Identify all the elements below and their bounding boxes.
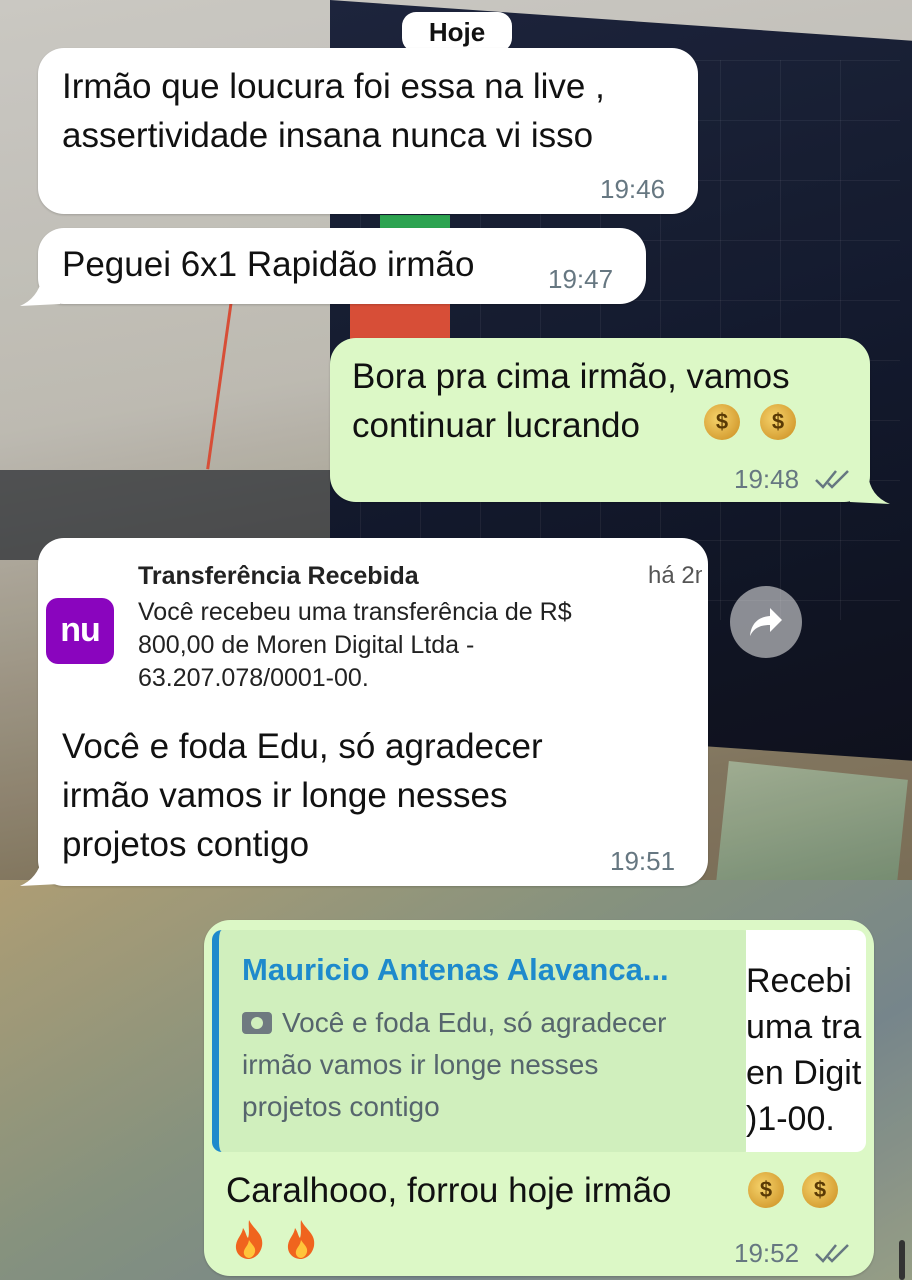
money-bag-emoji: $ $ — [698, 404, 796, 440]
forward-arrow-icon — [750, 608, 782, 636]
message-text: Você e foda Edu, só agradecer irmão vamo… — [62, 727, 543, 864]
quoted-author: Mauricio Antenas Alavanca... — [242, 952, 669, 987]
message-text: Irmão que loucura foi essa na live , ass… — [62, 67, 605, 155]
message-time: 19:51 — [610, 846, 676, 876]
fire-emoji — [232, 1218, 332, 1260]
double-check-icon — [815, 1244, 849, 1263]
scrollbar[interactable] — [899, 1240, 905, 1280]
bubble-tail — [20, 858, 60, 886]
double-check-icon — [815, 470, 849, 489]
notification-time: há 2m — [648, 562, 702, 589]
bubble-tail — [850, 474, 890, 504]
message-text: Caralhooo, forrou hoje irmão — [226, 1171, 672, 1210]
message-text: Peguei 6x1 Rapidão irmão — [62, 245, 475, 284]
bubble-tail — [20, 278, 60, 306]
date-separator: Hoje — [402, 12, 512, 52]
quoted-text: Você e foda Edu, só agradecer irmão vamo… — [242, 1007, 667, 1122]
money-bag-emoji: $ $ — [742, 1172, 838, 1208]
message-time: 19:46 — [600, 174, 666, 204]
thumbnail-text: Recebi uma tra en Digit )1-00. — [746, 962, 862, 1138]
forward-button[interactable] — [730, 586, 802, 658]
message-time: 19:52 — [734, 1238, 800, 1268]
message-time: 19:48 — [734, 464, 800, 494]
quoted-image-thumbnail: Recebi uma tra en Digit )1-00. — [746, 930, 866, 1152]
nubank-logo: nu — [46, 598, 114, 664]
notification-title: Transferência Recebida — [138, 562, 419, 590]
message-time: 19:47 — [548, 264, 614, 294]
camera-icon — [242, 1012, 272, 1034]
notification-body: Você recebeu uma transferência de R$ 800… — [138, 598, 572, 692]
